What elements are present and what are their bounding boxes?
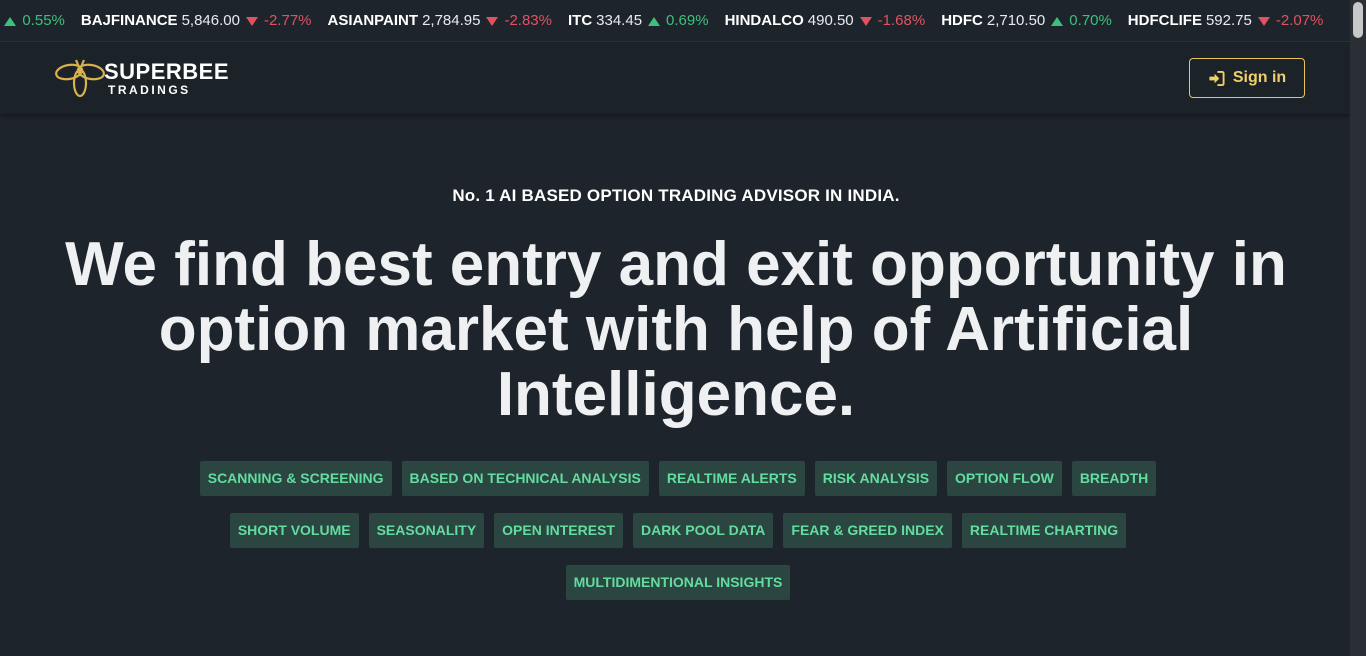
logo-name: SUPERBEE xyxy=(104,58,230,84)
ticker-change: -2.77% xyxy=(263,12,312,29)
sign-in-button[interactable]: Sign in xyxy=(1189,58,1305,98)
ticker-symbol: ITC xyxy=(567,12,593,29)
ticker-track: 5 0.55% BAJFINANCE5,846.00 -2.77% ASIANPAI… xyxy=(0,0,1340,41)
arrow-down-icon xyxy=(859,16,872,26)
ticker-change: 0.70% xyxy=(1069,12,1112,29)
ticker-change: -2.07% xyxy=(1275,12,1324,29)
feature-tags: SCANNING & SCREENING BASED ON TECHNICAL A… xyxy=(190,461,1166,600)
ticker-item[interactable]: HDFC 2,710.50 0.70% xyxy=(941,0,1112,41)
ticker-lead-pct: 0.55% xyxy=(22,12,65,29)
ticker-change: 0.69% xyxy=(666,12,709,29)
ticker-price: 2,710.50 xyxy=(986,12,1046,29)
ticker-item[interactable]: HINDALCO 490.50 -1.68% xyxy=(724,0,926,41)
feature-tag[interactable]: MULTIDIMENTIONAL INSIGHTS xyxy=(565,565,791,600)
feature-tag[interactable]: RISK ANALYSIS xyxy=(814,461,938,496)
arrow-up-icon xyxy=(1051,16,1064,26)
ticker-price: 490.50 xyxy=(807,12,854,29)
ticker-change: -1.68% xyxy=(877,12,926,29)
ticker-symbol: HINDALCO xyxy=(724,12,804,29)
page: 5 0.55% BAJFINANCE5,846.00 -2.77% ASIANPAI… xyxy=(0,0,1366,656)
feature-tag[interactable]: OPTION FLOW xyxy=(947,461,1062,496)
ticker-symbol: BAJFINANCE xyxy=(80,12,178,29)
arrow-up-icon xyxy=(4,16,17,26)
feature-tag[interactable]: SCANNING & SCREENING xyxy=(199,461,392,496)
hero-kicker: No. 1 AI BASED OPTION TRADING ADVISOR IN… xyxy=(452,186,900,205)
bee-logo-icon xyxy=(55,59,105,98)
logo[interactable]: SUPERBEE TRADINGS xyxy=(54,56,229,100)
feature-tag[interactable]: BASED ON TECHNICAL ANALYSIS xyxy=(401,461,649,496)
feature-tag[interactable]: REALTIME ALERTS xyxy=(658,461,805,496)
ticker-items: BAJFINANCE 5,846.00 -2.77% ASIANPAINT 2,784.… xyxy=(80,0,1340,41)
sign-in-icon xyxy=(1209,70,1225,86)
ticker-symbol: HDFCLIFE xyxy=(1127,12,1202,29)
scrollbar[interactable] xyxy=(1350,0,1366,656)
arrow-down-icon xyxy=(486,16,499,26)
arrow-down-icon xyxy=(245,16,258,26)
logo-subtitle: TRADINGS xyxy=(108,82,191,97)
arrow-up-icon xyxy=(648,16,661,26)
ticker-item[interactable]: ITC 334.45 0.69% xyxy=(567,0,709,41)
ticker-price: 5,846.00 xyxy=(181,12,240,29)
ticker-change: -2.83% xyxy=(504,12,552,29)
ticker-price: 592.75 xyxy=(1205,12,1252,29)
feature-tag[interactable]: BREADTH xyxy=(1071,461,1157,496)
scrollbar-thumb[interactable] xyxy=(1353,2,1363,38)
feature-tag[interactable]: REALTIME CHARTING xyxy=(961,513,1127,548)
arrow-down-icon xyxy=(1257,16,1270,26)
feature-tag[interactable]: SEASONALITY xyxy=(368,513,485,548)
hero-headline: We find best entry and exit opportunity … xyxy=(65,230,1287,429)
stock-ticker: 5 0.55% BAJFINANCE5,846.00 -2.77% ASIANPAI… xyxy=(0,0,1350,42)
feature-tag[interactable]: FEAR & GREED INDEX xyxy=(783,513,952,548)
ticker-symbol: ASIANPAINT xyxy=(327,12,419,29)
ticker-price: 334.45 xyxy=(596,12,643,29)
logo-text: SUPERBEE TRADINGS xyxy=(104,58,230,97)
ticker-item[interactable]: HDFCLIFE 592.75 -2.07% xyxy=(1127,0,1324,41)
sign-in-label: Sign in xyxy=(1232,69,1287,86)
site-header: SUPERBEE TRADINGS Sign in xyxy=(0,42,1350,114)
ticker-item[interactable]: BAJFINANCE 5,846.00 -2.77% xyxy=(80,0,312,41)
feature-tag[interactable]: DARK POOL DATA xyxy=(632,513,774,548)
ticker-price: 2,784.95 xyxy=(422,12,481,29)
feature-tag[interactable]: OPEN INTEREST xyxy=(494,513,623,548)
ticker-item[interactable]: ASIANPAINT 2,784.95 -2.83% xyxy=(327,0,552,41)
ticker-item-lead[interactable]: 5 0.55% xyxy=(0,0,65,41)
feature-tag[interactable]: SHORT VOLUME xyxy=(229,513,359,548)
ticker-symbol: HDFC xyxy=(941,12,983,29)
